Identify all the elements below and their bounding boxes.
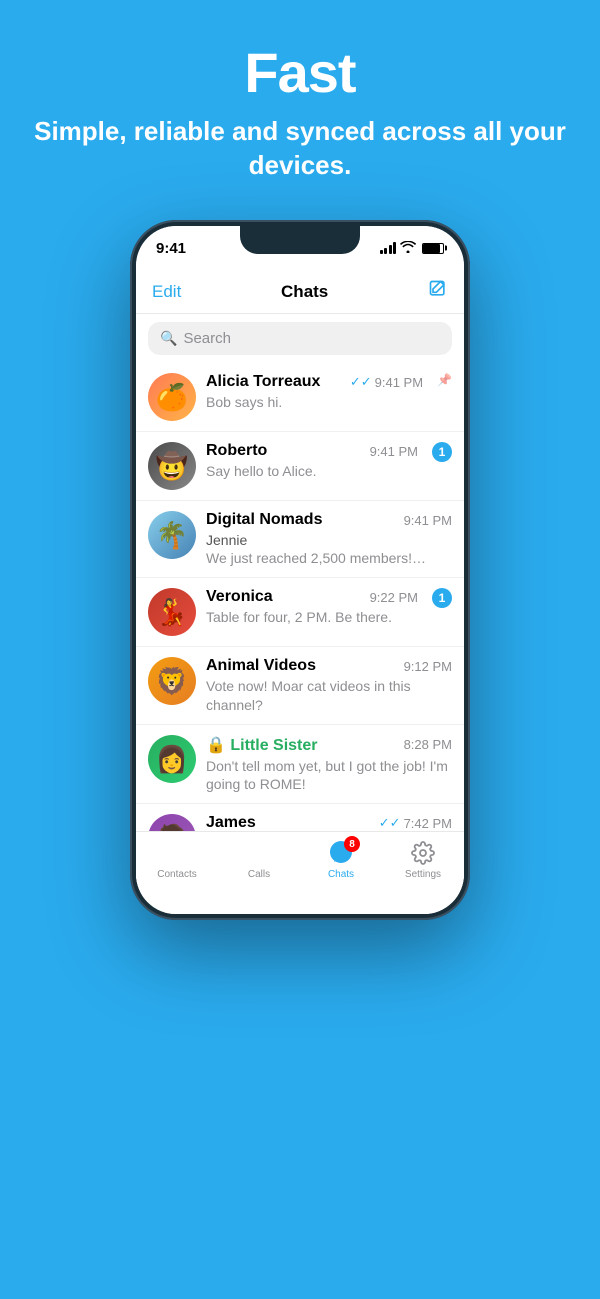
nav-bar: Edit Chats	[136, 270, 464, 314]
tab-label-settings: Settings	[405, 869, 441, 880]
phone-screen: 9:41	[136, 226, 464, 914]
chat-item-alicia[interactable]: 🍊 Alicia Torreaux ✓✓9:41 PM Bob says hi. 📌	[136, 363, 464, 432]
chat-item-sister[interactable]: 👩 🔒 Little Sister 8:28 PM Don't tell mom ye…	[136, 725, 464, 804]
chat-name-sister: 🔒 Little Sister	[206, 735, 318, 755]
chat-preview-veronica: Table for four, 2 PM. Be there.	[206, 608, 418, 626]
battery-icon	[422, 243, 444, 254]
chat-preview-sister: Don't tell mom yet, but I got the job! I…	[206, 757, 452, 793]
badge-veronica: 1	[432, 588, 452, 608]
hero-title: Fast	[20, 40, 580, 105]
chat-name-nomads: Digital Nomads	[206, 511, 322, 529]
avatar-sister: 👩	[148, 735, 196, 783]
tab-icon-chats: 8	[328, 840, 354, 866]
tab-label-chats: Chats	[328, 869, 354, 880]
avatar-alicia: 🍊	[148, 373, 196, 421]
chat-name-james: James	[206, 814, 256, 832]
avatar-nomads: 🌴	[148, 511, 196, 559]
tab-label-calls: Calls	[248, 869, 270, 880]
chat-time-alicia: ✓✓9:41 PM	[350, 374, 423, 390]
chat-name-alicia: Alicia Torreaux	[206, 373, 320, 391]
chat-time-roberto: 9:41 PM	[370, 444, 418, 459]
chat-item-roberto[interactable]: 🤠 Roberto 9:41 PM Say hello to Alice. 1	[136, 432, 464, 501]
hero-section: Fast Simple, reliable and synced across …	[0, 0, 600, 203]
chat-content-animals: Animal Videos 9:12 PM Vote now! Moar cat v…	[206, 657, 452, 713]
tab-contacts[interactable]: Contacts	[136, 840, 218, 880]
phone-shell: 9:41	[130, 220, 470, 920]
edit-button[interactable]: Edit	[152, 282, 181, 302]
tab-badge-chats: 8	[344, 836, 360, 852]
search-bar[interactable]: 🔍 Search	[148, 322, 452, 355]
tab-chats[interactable]: 8 Chats	[300, 840, 382, 880]
wifi-icon	[400, 241, 416, 256]
tab-icon-calls	[246, 840, 272, 866]
chat-time-nomads: 9:41 PM	[404, 513, 452, 528]
chat-content-nomads: Digital Nomads 9:41 PM JennieWe just reach…	[206, 511, 452, 567]
avatar-veronica: 💃	[148, 588, 196, 636]
signal-bars-icon	[380, 242, 397, 254]
status-icons	[380, 241, 445, 256]
hero-subtitle: Simple, reliable and synced across all y…	[20, 115, 580, 183]
tab-settings[interactable]: Settings	[382, 840, 464, 880]
tab-label-contacts: Contacts	[157, 869, 196, 880]
search-container: 🔍 Search	[136, 314, 464, 363]
search-placeholder: Search	[183, 330, 231, 347]
chat-item-animals[interactable]: 🦁 Animal Videos 9:12 PM Vote now! Moar cat …	[136, 647, 464, 724]
notch	[240, 226, 360, 254]
chat-time-animals: 9:12 PM	[404, 659, 452, 674]
tab-calls[interactable]: Calls	[218, 840, 300, 880]
tab-bar: Contacts Calls 8 Chats Settings	[136, 831, 464, 914]
avatar-animals: 🦁	[148, 657, 196, 705]
chat-item-nomads[interactable]: 🌴 Digital Nomads 9:41 PM JennieWe just reac…	[136, 501, 464, 578]
double-check-icon: ✓✓	[379, 815, 401, 831]
chat-time-veronica: 9:22 PM	[370, 590, 418, 605]
chat-preview-nomads: JennieWe just reached 2,500 members! WOO…	[206, 531, 452, 567]
chat-name-roberto: Roberto	[206, 442, 267, 460]
chat-time-james: ✓✓7:42 PM	[379, 815, 452, 831]
chat-name-veronica: Veronica	[206, 588, 273, 606]
chat-name-animals: Animal Videos	[206, 657, 316, 675]
tab-icon-contacts	[164, 840, 190, 866]
chat-content-sister: 🔒 Little Sister 8:28 PM Don't tell mom yet…	[206, 735, 452, 793]
tab-icon-settings	[410, 840, 436, 866]
phone-mockup: 9:41	[130, 220, 470, 1240]
compose-button[interactable]	[428, 279, 448, 304]
chat-preview-alicia: Bob says hi.	[206, 393, 423, 411]
status-time: 9:41	[156, 240, 186, 257]
double-check-icon: ✓✓	[350, 374, 372, 390]
chat-preview-animals: Vote now! Moar cat videos in this channe…	[206, 677, 452, 713]
chat-content-alicia: Alicia Torreaux ✓✓9:41 PM Bob says hi.	[206, 373, 423, 411]
chat-time-sister: 8:28 PM	[404, 737, 452, 752]
chat-content-veronica: Veronica 9:22 PM Table for four, 2 PM. Be …	[206, 588, 418, 626]
chats-title: Chats	[281, 282, 328, 302]
avatar-roberto: 🤠	[148, 442, 196, 490]
chat-preview-roberto: Say hello to Alice.	[206, 462, 418, 480]
badge-roberto: 1	[432, 442, 452, 462]
pin-icon-alicia: 📌	[437, 373, 452, 387]
chat-content-roberto: Roberto 9:41 PM Say hello to Alice.	[206, 442, 418, 480]
chat-item-veronica[interactable]: 💃 Veronica 9:22 PM Table for four, 2 PM. Be…	[136, 578, 464, 647]
search-icon: 🔍	[160, 330, 177, 347]
